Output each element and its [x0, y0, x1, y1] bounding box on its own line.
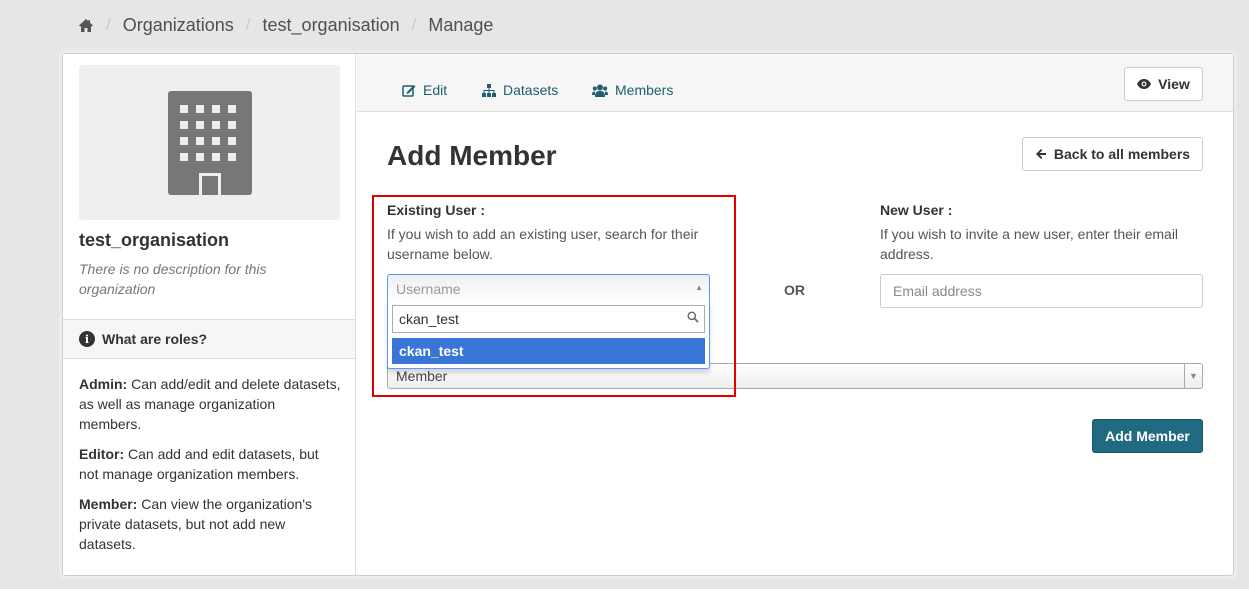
view-button[interactable]: View	[1124, 67, 1203, 101]
new-user-help: If you wish to invite a new user, enter …	[880, 226, 1179, 262]
role-editor: Editor: Can add and edit datasets, but n…	[79, 444, 341, 484]
breadcrumb-separator: /	[245, 15, 251, 34]
tabs-bar: Edit Datasets Members View	[357, 54, 1233, 112]
users-icon	[592, 84, 608, 97]
role-name: Admin:	[79, 376, 128, 392]
tab-members[interactable]: Members	[592, 82, 673, 98]
tab-datasets[interactable]: Datasets	[482, 82, 558, 98]
breadcrumb: / Organizations / test_organisation / Ma…	[78, 12, 493, 38]
add-member-button[interactable]: Add Member	[1092, 419, 1203, 453]
sitemap-icon	[482, 83, 496, 97]
role-admin: Admin: Can add/edit and delete datasets,…	[79, 374, 341, 434]
tab-datasets-label: Datasets	[503, 82, 559, 98]
breadcrumb-separator: /	[411, 15, 417, 34]
main-wrapper: test_organisation There is no descriptio…	[62, 53, 1234, 576]
org-image[interactable]	[79, 65, 340, 220]
role-member: Member: Can view the organization's priv…	[79, 494, 341, 554]
search-icon	[687, 311, 699, 323]
org-title: test_organisation	[79, 230, 230, 250]
back-button-label: Back to all members	[1053, 146, 1191, 162]
tab-edit-label: Edit	[423, 82, 448, 98]
view-button-label: View	[1158, 76, 1190, 92]
breadcrumb-organisation[interactable]: test_organisation	[263, 15, 400, 36]
roles-heading: i What are roles?	[63, 319, 355, 359]
username-result-item[interactable]: ckan_test	[392, 338, 705, 364]
org-description: There is no description for this organiz…	[79, 261, 267, 297]
breadcrumb-separator: /	[106, 15, 111, 34]
role-name: Editor:	[79, 446, 125, 462]
role-select-value: Member	[396, 368, 448, 384]
arrow-left-icon	[1035, 149, 1046, 159]
content-area: Edit Datasets Members View Add Member Ba…	[357, 54, 1233, 575]
email-field[interactable]	[880, 274, 1203, 308]
page-title: Add Member	[387, 140, 557, 171]
chevron-up-icon: ▲	[695, 283, 703, 292]
or-separator: OR	[784, 282, 805, 298]
tab-members-label: Members	[615, 82, 674, 98]
breadcrumb-manage[interactable]: Manage	[428, 15, 493, 36]
username-placeholder: Username	[396, 280, 461, 297]
back-to-members-button[interactable]: Back to all members	[1022, 137, 1203, 171]
role-name: Member:	[79, 496, 138, 512]
new-user-label: New User :	[880, 202, 953, 218]
existing-user-label: Existing User :	[387, 202, 486, 218]
home-icon[interactable]	[78, 18, 94, 33]
edit-icon	[402, 84, 416, 97]
breadcrumb-organizations[interactable]: Organizations	[123, 15, 234, 36]
sidebar: test_organisation There is no descriptio…	[63, 54, 356, 575]
chevron-down-icon: ▼	[1184, 364, 1202, 388]
info-circle-icon: i	[79, 331, 95, 347]
existing-user-help: If you wish to add an existing user, sea…	[387, 226, 699, 262]
username-search-input[interactable]	[392, 305, 705, 333]
roles-heading-text: What are roles?	[102, 331, 208, 347]
eye-icon	[1137, 79, 1152, 89]
tab-edit[interactable]: Edit	[402, 82, 447, 98]
building-icon	[167, 90, 252, 195]
username-dropdown: ckan_test	[387, 301, 710, 369]
roles-description: Admin: Can add/edit and delete datasets,…	[79, 374, 341, 564]
username-select[interactable]: Username ▲	[387, 274, 710, 302]
